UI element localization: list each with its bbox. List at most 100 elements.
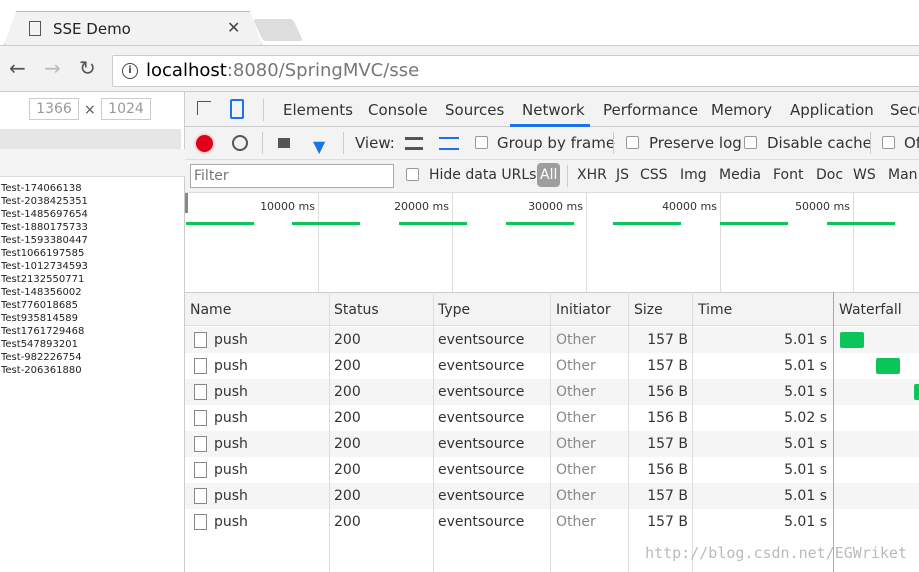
clear-icon[interactable] (232, 135, 248, 151)
filter-type-css[interactable]: CSS (640, 167, 668, 183)
request-name[interactable]: push (214, 332, 248, 348)
column-header-status[interactable]: Status (334, 302, 379, 318)
watermark: http://blog.csdn.net/EGWriket (645, 544, 907, 562)
new-tab-button[interactable] (252, 19, 304, 41)
hide-data-urls-checkbox[interactable] (406, 168, 419, 181)
tab-memory[interactable]: Memory (711, 101, 772, 119)
message-item: Test776018685 (1, 300, 78, 311)
filter-type-media[interactable]: Media (719, 167, 761, 183)
forward-icon[interactable]: → (44, 56, 61, 80)
tick-label: 20000 ms (394, 200, 449, 213)
tab-secu[interactable]: Secu (890, 101, 919, 119)
browser-tab[interactable]: SSE Demo ✕ (4, 11, 262, 45)
request-type: eventsource (438, 410, 525, 426)
table-row[interactable]: push 200 eventsource Other 157 B 5.01 s (185, 483, 919, 509)
request-time: 5.01 s (784, 436, 827, 452)
request-initiator: Other (556, 384, 596, 400)
filter-type-img[interactable]: Img (680, 167, 707, 183)
request-name[interactable]: push (214, 410, 248, 426)
device-width-input[interactable]: 1366 (29, 98, 79, 120)
file-icon (194, 514, 207, 530)
message-item: Test1761729468 (1, 326, 85, 337)
tab-elements[interactable]: Elements (283, 101, 353, 119)
disable-cache-label: Disable cache (767, 134, 872, 152)
request-status: 200 (334, 332, 361, 348)
request-status: 200 (334, 410, 361, 426)
request-name[interactable]: push (214, 462, 248, 478)
overview-handle[interactable] (185, 193, 188, 213)
file-icon (194, 332, 207, 348)
column-header-size[interactable]: Size (634, 302, 663, 318)
tab-performance[interactable]: Performance (603, 101, 698, 119)
filter-input[interactable] (190, 164, 394, 188)
request-name[interactable]: push (214, 384, 248, 400)
request-size: 157 B (647, 436, 688, 452)
column-header-name[interactable]: Name (190, 302, 231, 318)
offline-checkbox[interactable] (882, 136, 895, 149)
column-header-time[interactable]: Time (698, 302, 732, 318)
record-button[interactable] (196, 135, 213, 152)
url-input[interactable]: i localhost:8080/SpringMVC/sse (112, 55, 919, 87)
grid-line (720, 193, 721, 292)
request-type: eventsource (438, 462, 525, 478)
filter-type-font[interactable]: Font (773, 167, 803, 183)
request-time: 5.01 s (784, 488, 827, 504)
group-by-frame-checkbox[interactable] (475, 136, 488, 149)
offline-label: Of (904, 134, 919, 152)
back-icon[interactable]: ← (9, 56, 26, 80)
table-row[interactable]: push 200 eventsource Other 157 B 5.01 s (185, 431, 919, 457)
preserve-log-checkbox[interactable] (626, 136, 639, 149)
request-name[interactable]: push (214, 358, 248, 374)
grid-line (452, 193, 453, 292)
tab-console[interactable]: Console (368, 101, 428, 119)
tab-application[interactable]: Application (790, 101, 874, 119)
message-item: Test-1012734593 (1, 261, 88, 272)
request-size: 157 B (647, 358, 688, 374)
request-name[interactable]: push (214, 514, 248, 530)
info-icon[interactable]: i (122, 63, 138, 79)
request-name[interactable]: push (214, 488, 248, 504)
waterfall-view-icon[interactable] (439, 137, 459, 150)
request-type: eventsource (438, 384, 525, 400)
filter-type-js[interactable]: JS (616, 167, 629, 183)
inspect-element-icon[interactable] (197, 101, 211, 115)
times-sign: × (84, 102, 96, 118)
close-tab-icon[interactable]: ✕ (227, 18, 240, 37)
filter-type-xhr[interactable]: XHR (577, 167, 607, 183)
request-type: eventsource (438, 358, 525, 374)
request-time: 5.02 s (784, 410, 827, 426)
request-size: 157 B (647, 488, 688, 504)
device-height-input[interactable]: 1024 (101, 98, 151, 120)
filter-funnel-icon[interactable]: ▼ (313, 137, 325, 156)
request-type: eventsource (438, 488, 525, 504)
column-header-type[interactable]: Type (438, 302, 470, 318)
tick-label: 10000 ms (260, 200, 315, 213)
filter-type-all[interactable]: All (537, 163, 561, 187)
message-item: Test-982226754 (1, 352, 82, 363)
tick-label: 30000 ms (528, 200, 583, 213)
request-initiator: Other (556, 410, 596, 426)
disable-cache-checkbox[interactable] (744, 136, 757, 149)
devtools-panel: Elements Console Sources Network Performance… (185, 92, 919, 572)
table-row[interactable]: push 200 eventsource Other 157 B 5.01 s (185, 327, 919, 353)
filter-type-ws[interactable]: WS (853, 167, 876, 183)
network-toolbar: ▼ View: Group by frame Preserve log Disa… (185, 127, 919, 160)
column-header-initiator[interactable]: Initiator (556, 302, 611, 318)
filter-type-doc[interactable]: Doc (816, 167, 843, 183)
table-row[interactable]: push 200 eventsource Other 156 B 5.01 s (185, 457, 919, 483)
request-name[interactable]: push (214, 436, 248, 452)
reload-icon[interactable]: ↻ (79, 56, 96, 80)
screenshot-camera-icon[interactable] (278, 138, 290, 148)
table-row[interactable]: push 200 eventsource Other 156 B 5.01 s (185, 379, 919, 405)
table-row[interactable]: push 200 eventsource Other 157 B 5.01 s (185, 509, 919, 535)
device-toggle-icon[interactable] (230, 99, 244, 119)
filter-type-man[interactable]: Man (888, 167, 918, 183)
tab-network[interactable]: Network (522, 101, 585, 119)
column-header-waterfall[interactable]: Waterfall (839, 302, 902, 318)
table-row[interactable]: push 200 eventsource Other 157 B 5.01 s (185, 353, 919, 379)
list-view-icon[interactable] (405, 137, 423, 150)
tab-sources[interactable]: Sources (445, 101, 504, 119)
message-item: Test-2038425351 (1, 196, 88, 207)
request-size: 156 B (647, 384, 688, 400)
table-row[interactable]: push 200 eventsource Other 156 B 5.02 s (185, 405, 919, 431)
